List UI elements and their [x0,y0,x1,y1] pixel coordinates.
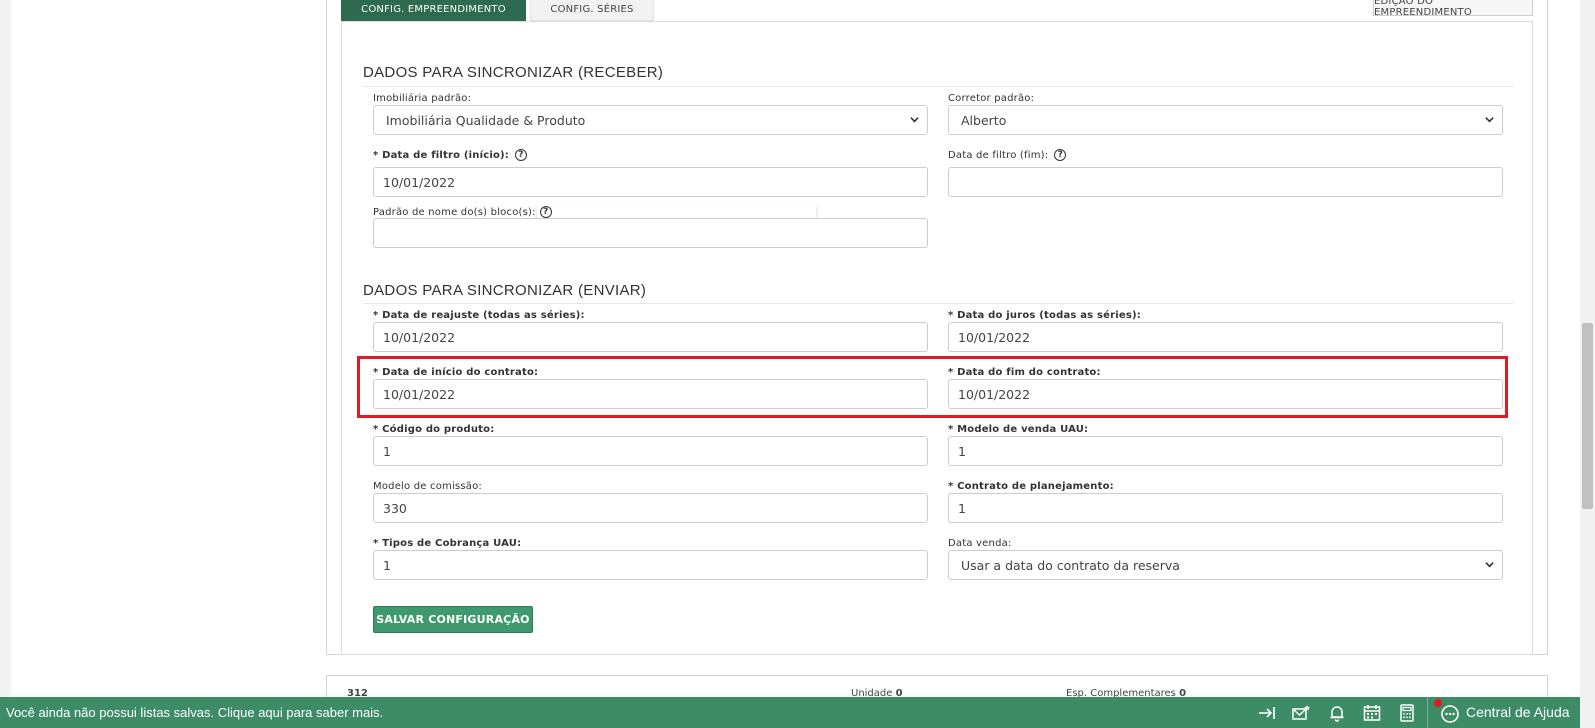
filter-start-label-text: * Data de filtro (início): [373,149,510,161]
block-pattern-label: Padrão de nome do(s) bloco(s): ? [373,206,552,218]
sale-model-label: * Modelo de venda UAU: [948,424,1089,435]
billing-input[interactable]: 1 [373,550,928,580]
realestate-select[interactable]: Imobiliária Qualidade & Produto [373,105,928,135]
section-divider [363,303,1513,304]
block-pattern-label-text: Padrão de nome do(s) bloco(s): [373,206,536,218]
arrow-right-bar-icon[interactable] [1257,703,1277,723]
readjust-label: * Data de reajuste (todas as séries): [373,310,585,321]
broker-label: Corretor padrão: [948,93,1035,104]
readjust-date-input[interactable]: 10/01/2022 [373,322,928,352]
footer-divider [1427,697,1428,728]
notification-dot [1434,699,1442,707]
chevron-down-icon [1485,117,1494,123]
filter-end-input[interactable] [948,167,1503,197]
saved-lists-message[interactable]: Você ainda não possui listas salvas. Cli… [6,705,383,720]
send-section-title: DADOS PARA SINCRONIZAR (ENVIAR) [363,282,647,299]
filter-end-label: Data de filtro (fim): ? [948,149,1067,161]
block-pattern-input[interactable] [373,218,928,248]
product-code-label: * Código do produto: [373,424,495,435]
planning-label: * Contrato de planejamento: [948,481,1114,492]
sale-model-input[interactable]: 1 [948,436,1503,466]
edit-enterprise-button[interactable]: EDIÇÃO DO EMPREENDIMENTO [1373,0,1533,18]
commission-label: Modelo de comissão: [373,481,482,492]
tab-config-series[interactable]: CONFIG. SÉRIES [530,0,654,21]
calculator-icon[interactable] [1397,703,1417,723]
chat-bubble-icon[interactable] [1440,704,1460,724]
filter-end-label-text: Data de filtro (fim): [948,149,1049,161]
receive-section-title: DADOS PARA SINCRONIZAR (RECEBER) [363,64,664,81]
left-gutter [0,0,11,728]
filter-start-input[interactable]: 10/01/2022 [373,167,928,197]
tab-config-empreendimento[interactable]: CONFIG. EMPREENDIMENTO [341,0,526,21]
highlight-box [357,356,1508,418]
realestate-select-value: Imobiliária Qualidade & Produto [386,112,586,128]
scrollbar-thumb[interactable] [1582,323,1593,509]
broker-select-value: Alberto [961,112,1007,128]
help-icon[interactable]: ? [515,149,528,161]
realestate-label: Imobiliária padrão: [373,93,472,104]
interest-label: * Data do juros (todas as séries): [948,310,1142,321]
section-divider [363,86,1513,87]
commission-input[interactable]: 330 [373,493,928,523]
calendar-icon[interactable] [1362,703,1382,723]
chevron-down-icon [1485,562,1494,568]
bell-icon[interactable] [1327,703,1347,723]
planning-input[interactable]: 1 [948,493,1503,523]
filter-start-label: * Data de filtro (início): ? [373,149,528,161]
sale-date-label: Data venda: [948,538,1012,549]
help-icon[interactable]: ? [539,206,552,218]
sale-date-select[interactable]: Usar a data do contrato da reserva [948,550,1503,580]
help-center-link[interactable]: Central de Ajuda [1466,704,1570,720]
save-config-button[interactable]: SALVAR CONFIGURAÇÃO [373,606,533,633]
chevron-down-icon [910,117,919,123]
help-icon[interactable]: ? [1054,149,1067,161]
interest-date-input[interactable]: 10/01/2022 [948,322,1503,352]
billing-label: * Tipos de Cobrança UAU: [373,538,522,549]
broker-select[interactable]: Alberto [948,105,1503,135]
sale-date-select-value: Usar a data do contrato da reserva [961,557,1180,573]
footer-bar: Você ainda não possui listas salvas. Cli… [0,697,1580,728]
product-code-input[interactable]: 1 [373,436,928,466]
mail-star-icon[interactable] [1291,703,1311,723]
